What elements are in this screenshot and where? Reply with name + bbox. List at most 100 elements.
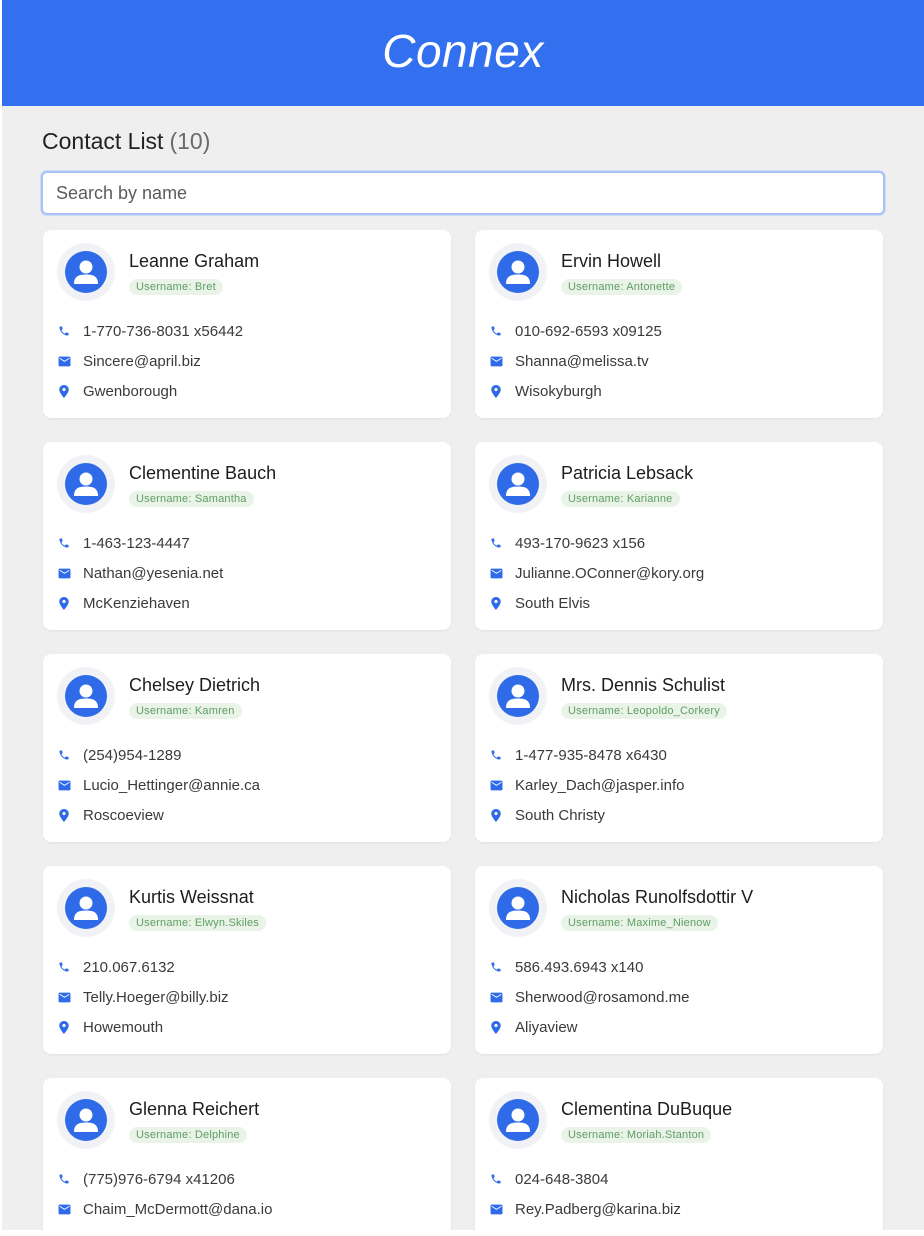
phone-icon (489, 324, 503, 338)
contact-phone: 493-170-9623 x156 (515, 534, 646, 552)
phone-icon (57, 536, 71, 550)
location-pin-icon (57, 596, 71, 610)
contact-card[interactable]: Patricia Lebsack Username: Karianne 493-… (475, 442, 883, 630)
phone-icon (489, 748, 503, 762)
username-badge: Username: Delphine (129, 1127, 247, 1143)
contact-phone: 1-770-736-8031 x56442 (83, 322, 244, 340)
phone-row: 586.493.6943 x140 (489, 957, 643, 977)
contact-name: Kurtis Weissnat (129, 887, 254, 907)
contact-list-title: Contact List (42, 128, 164, 154)
email-icon (57, 778, 71, 792)
contact-email: Rey.Padberg@karina.biz (515, 1200, 681, 1218)
email-icon (57, 1202, 71, 1216)
avatar (57, 667, 115, 725)
email-row: Shanna@melissa.tv (489, 351, 649, 371)
contact-name: Chelsey Dietrich (129, 675, 261, 695)
username-badge: Username: Elwyn.Skiles (129, 915, 266, 931)
email-icon (57, 990, 71, 1004)
contact-card[interactable]: Leanne Graham Username: Bret 1-770-736-8… (43, 230, 451, 418)
avatar (489, 1091, 547, 1149)
location-pin-icon (57, 1020, 71, 1034)
contact-email: Telly.Hoeger@billy.biz (83, 988, 229, 1006)
phone-row: (775)976-6794 x41206 (57, 1169, 235, 1189)
phone-row: 1-477-935-8478 x6430 (489, 745, 667, 765)
contact-city: Gwenborough (83, 382, 178, 400)
avatar (57, 455, 115, 513)
contact-phone: 010-692-6593 x09125 (515, 322, 662, 340)
location-row: Aliyaview (489, 1017, 578, 1037)
contact-phone: (775)976-6794 x41206 (83, 1170, 235, 1188)
contact-card[interactable]: Glenna Reichert Username: Delphine (775)… (43, 1078, 451, 1230)
contact-phone: (254)954-1289 (83, 746, 182, 764)
contact-city: Wisokyburgh (515, 382, 602, 400)
contact-email: Julianne.OConner@kory.org (515, 564, 705, 582)
email-row: Lucio_Hettinger@annie.ca (57, 775, 260, 795)
user-avatar-icon (497, 1099, 539, 1141)
contact-card[interactable]: Clementina DuBuque Username: Moriah.Stan… (475, 1078, 883, 1230)
email-row: Nathan@yesenia.net (57, 563, 223, 583)
location-row: McKenziehaven (57, 593, 190, 613)
avatar (57, 243, 115, 301)
contact-phone: 586.493.6943 x140 (515, 958, 644, 976)
location-row: South Elvis (489, 593, 590, 613)
phone-icon (489, 960, 503, 974)
location-row: Roscoeview (57, 805, 164, 825)
email-icon (489, 778, 503, 792)
email-row: Sincere@april.biz (57, 351, 201, 371)
user-avatar-icon (497, 463, 539, 505)
phone-row: 1-463-123-4447 (57, 533, 190, 553)
contact-card[interactable]: Chelsey Dietrich Username: Kamren (254)9… (43, 654, 451, 842)
avatar (489, 243, 547, 301)
username-badge: Username: Karianne (561, 491, 680, 507)
username-badge: Username: Kamren (129, 703, 242, 719)
phone-icon (57, 960, 71, 974)
contact-email: Sherwood@rosamond.me (515, 988, 690, 1006)
username-badge: Username: Leopoldo_Corkery (561, 703, 727, 719)
email-row: Telly.Hoeger@billy.biz (57, 987, 229, 1007)
contact-card[interactable]: Nicholas Runolfsdottir V Username: Maxim… (475, 866, 883, 1054)
contact-card[interactable]: Ervin Howell Username: Antonette 010-692… (475, 230, 883, 418)
location-pin-icon (489, 596, 503, 610)
phone-row: (254)954-1289 (57, 745, 181, 765)
location-pin-icon (57, 384, 71, 398)
phone-icon (57, 748, 71, 762)
phone-icon (57, 324, 71, 338)
email-row: Rey.Padberg@karina.biz (489, 1199, 681, 1219)
avatar (489, 455, 547, 513)
contact-phone: 210.067.6132 (83, 958, 175, 976)
location-row: Wisokyburgh (489, 381, 602, 401)
user-avatar-icon (497, 887, 539, 929)
contact-email: Shanna@melissa.tv (515, 352, 649, 370)
user-avatar-icon (65, 887, 107, 929)
contact-card[interactable]: Kurtis Weissnat Username: Elwyn.Skiles 2… (43, 866, 451, 1054)
contact-grid: Leanne Graham Username: Bret 1-770-736-8… (43, 230, 885, 1230)
contact-card[interactable]: Clementine Bauch Username: Samantha 1-46… (43, 442, 451, 630)
email-icon (489, 354, 503, 368)
contact-email: Lucio_Hettinger@annie.ca (83, 776, 261, 794)
username-badge: Username: Maxime_Nienow (561, 915, 718, 931)
email-row: Sherwood@rosamond.me (489, 987, 689, 1007)
username-badge: Username: Samantha (129, 491, 254, 507)
contact-phone: 1-477-935-8478 x6430 (515, 746, 667, 764)
email-icon (489, 990, 503, 1004)
email-icon (489, 566, 503, 580)
page-title: Contact List (10) (42, 128, 210, 155)
contact-name: Clementina DuBuque (561, 1099, 733, 1119)
location-pin-icon (489, 808, 503, 822)
contact-card[interactable]: Mrs. Dennis Schulist Username: Leopoldo_… (475, 654, 883, 842)
contact-email: Chaim_McDermott@dana.io (83, 1200, 273, 1218)
username-badge: Username: Antonette (561, 279, 683, 295)
email-icon (489, 1202, 503, 1216)
phone-icon (57, 1172, 71, 1186)
search-input[interactable] (41, 171, 885, 215)
location-row: Gwenborough (57, 381, 177, 401)
email-row: Chaim_McDermott@dana.io (57, 1199, 272, 1219)
email-icon (57, 566, 71, 580)
app-title: Connex (382, 25, 544, 77)
contact-name: Leanne Graham (129, 251, 260, 271)
user-avatar-icon (65, 463, 107, 505)
contact-name: Nicholas Runolfsdottir V (561, 887, 754, 907)
email-icon (57, 354, 71, 368)
contact-name: Patricia Lebsack (561, 463, 694, 483)
email-row: Julianne.OConner@kory.org (489, 563, 704, 583)
